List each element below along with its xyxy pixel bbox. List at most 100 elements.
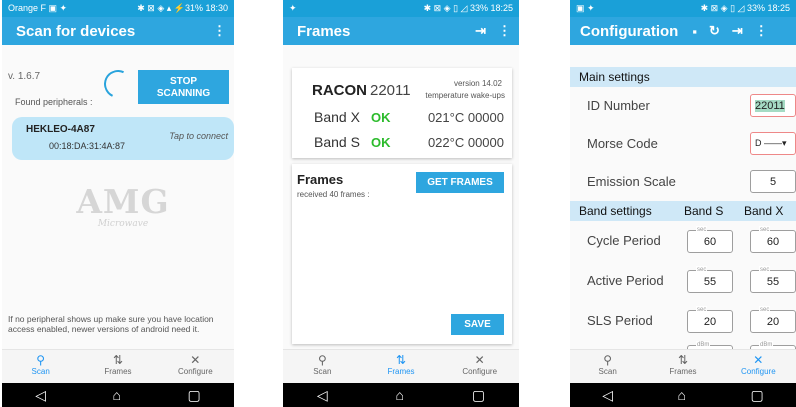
morse-code-row: Morse Code D ——▾ — [570, 125, 796, 164]
save-button[interactable]: SAVE — [451, 314, 504, 335]
help-note: If no peripheral shows up make sure you … — [8, 314, 214, 334]
nav-configure-label: Configure — [740, 367, 776, 376]
id-number-value: 22011 — [755, 99, 785, 112]
cycle-period-s-input[interactable]: sec 60 — [687, 226, 733, 253]
firmware-version: version 14.02 — [453, 79, 502, 88]
status-bar: ▣ ✦ ✱ ⊠ ◈ ▯ ◿ 33% 18:25 — [570, 0, 796, 17]
recents-icon[interactable]: ▢ — [188, 387, 201, 404]
search-icon: ⚲ — [317, 353, 327, 367]
nav-configure[interactable]: ✕ Configure — [157, 350, 234, 383]
device-name: HEKLEO-4A87 — [26, 124, 95, 135]
scan-screen: Orange F ▣ ✦ ✱ ⊠ ◈ ▴ ⚡31% 18:30 Scan for… — [2, 0, 234, 407]
page-title: Configuration — [580, 22, 679, 40]
nav-frames[interactable]: ⇅ Frames — [645, 350, 720, 383]
more-vert-icon[interactable]: ⋮ — [213, 23, 226, 39]
bottom-nav: ⚲ Scan ⇅ Frames ✕ Configure — [283, 349, 519, 383]
racon-number: 22011 — [370, 82, 411, 99]
nav-frames-label: Frames — [104, 367, 132, 376]
sls-period-s-input[interactable]: sec 20 — [687, 306, 733, 333]
emission-scale-input[interactable]: 5 — [750, 170, 796, 193]
sls-period-label: SLS Period — [587, 313, 653, 328]
cycle-period-x-input[interactable]: sec 60 — [750, 226, 796, 253]
swap-icon: ⇅ — [112, 353, 124, 367]
nav-scan-label: Scan — [313, 367, 332, 376]
home-icon[interactable]: ⌂ — [678, 387, 686, 403]
tap-to-connect-label: Tap to connect — [169, 131, 228, 141]
active-period-label: Active Period — [587, 273, 664, 288]
sls-period-x-value: 20 — [766, 315, 780, 328]
stop-scanning-button[interactable]: STOP SCANNING — [138, 70, 229, 104]
cycle-period-x-value: 60 — [766, 235, 780, 248]
nav-frames-label: Frames — [669, 367, 697, 376]
search-icon: ⚲ — [36, 353, 46, 367]
nav-scan[interactable]: ⚲ Scan — [283, 350, 362, 383]
app-bar: Scan for devices ⋮ — [2, 17, 234, 45]
unit-label: dBm — [696, 341, 711, 349]
search-icon: ⚲ — [603, 353, 613, 367]
swap-icon: ⇅ — [395, 353, 407, 367]
band-s-column-label: Band S — [684, 204, 724, 218]
refresh-icon[interactable]: ↻ — [709, 23, 720, 39]
found-peripherals-label: Found peripherals : — [15, 97, 93, 107]
sls-period-x-input[interactable]: sec 20 — [750, 306, 796, 333]
back-icon[interactable]: ◁ — [602, 387, 613, 404]
nav-configure[interactable]: ✕ Configure — [721, 350, 796, 383]
morse-code-select[interactable]: D ——▾ — [750, 132, 796, 155]
more-vert-icon[interactable]: ⋮ — [755, 23, 768, 39]
app-bar: Configuration ▪ ↻ ⇥ ⋮ — [570, 17, 796, 45]
system-nav-bar: ◁ ⌂ ▢ — [570, 383, 796, 407]
config-screen: ▣ ✦ ✱ ⊠ ◈ ▯ ◿ 33% 18:25 Configuration ▪ … — [570, 0, 796, 407]
band-s-label: Band S — [314, 134, 360, 150]
nav-frames-label: Frames — [387, 367, 415, 376]
nav-configure-label: Configure — [462, 367, 498, 376]
band-x-status: OK — [371, 110, 391, 125]
unit-label: sec — [759, 226, 771, 234]
home-icon[interactable]: ⌂ — [113, 387, 121, 403]
emission-scale-label: Emission Scale — [587, 174, 676, 189]
id-number-row: ID Number 22011 — [570, 87, 796, 126]
back-icon[interactable]: ◁ — [317, 387, 328, 404]
status-left: Orange F ▣ ✦ — [8, 3, 68, 13]
nav-scan[interactable]: ⚲ Scan — [570, 350, 645, 383]
nav-configure[interactable]: ✕ Configure — [440, 350, 519, 383]
sls-period-s-value: 20 — [703, 315, 717, 328]
frames-title: Frames — [297, 172, 344, 187]
system-nav-bar: ◁ ⌂ ▢ — [283, 383, 519, 407]
active-period-s-input[interactable]: sec 55 — [687, 266, 733, 293]
morse-code-label: Morse Code — [587, 136, 658, 151]
sls-period-row: SLS Period sec 20 sec 20 — [570, 301, 796, 342]
home-icon[interactable]: ⌂ — [396, 387, 404, 403]
tools-icon: ✕ — [474, 353, 485, 367]
exit-icon[interactable]: ⇥ — [732, 23, 743, 39]
more-vert-icon[interactable]: ⋮ — [498, 23, 511, 39]
back-icon[interactable]: ◁ — [35, 387, 46, 404]
cycle-period-row: Cycle Period sec 60 sec 60 — [570, 221, 796, 262]
app-bar: Frames ⇥ ⋮ — [283, 17, 519, 45]
band-settings-label: Band settings — [579, 204, 652, 218]
temp-wakeups-label: temperature wake-ups — [425, 91, 505, 100]
device-list-item[interactable]: HEKLEO-4A87 00:18:DA:31:4A:87 Tap to con… — [12, 117, 234, 160]
stop-scanning-label-2: SCANNING — [156, 88, 211, 99]
swap-icon: ⇅ — [677, 353, 689, 367]
recents-icon[interactable]: ▢ — [472, 387, 485, 404]
exit-icon[interactable]: ⇥ — [475, 23, 486, 39]
nav-configure-label: Configure — [177, 367, 213, 376]
nav-frames[interactable]: ⇅ Frames — [79, 350, 156, 383]
unit-label: sec — [759, 306, 771, 314]
loading-spinner-icon — [100, 66, 136, 102]
tools-icon: ✕ — [753, 353, 764, 367]
save-icon[interactable]: ▪ — [692, 24, 697, 39]
recents-icon[interactable]: ▢ — [751, 387, 764, 404]
get-frames-button[interactable]: GET FRAMES — [416, 172, 504, 193]
id-number-input[interactable]: 22011 — [750, 94, 796, 117]
active-period-x-input[interactable]: sec 55 — [750, 266, 796, 293]
status-left: ✦ — [289, 3, 297, 13]
unit-label: sec — [696, 226, 708, 234]
cycle-period-label: Cycle Period — [587, 233, 661, 248]
version-label: v. 1.6.7 — [8, 71, 41, 82]
racon-info-card: RACON 22011 version 14.02 temperature wa… — [292, 68, 512, 158]
nav-scan[interactable]: ⚲ Scan — [2, 350, 79, 383]
nav-frames[interactable]: ⇅ Frames — [362, 350, 441, 383]
band-x-column-label: Band X — [744, 204, 784, 218]
received-frames-label: received 40 frames : — [297, 190, 370, 199]
